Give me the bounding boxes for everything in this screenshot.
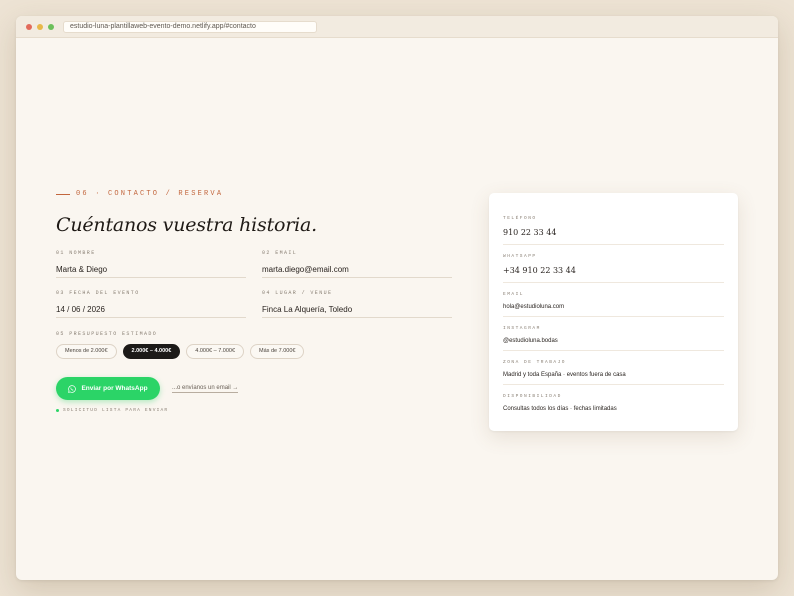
budget-option-over-7000[interactable]: Más de 7.000€ bbox=[250, 344, 305, 359]
whatsapp-icon bbox=[68, 384, 77, 393]
venue-label: 04 Lugar / venue bbox=[262, 290, 333, 296]
status-text: Solicitud lista para enviar bbox=[63, 408, 169, 413]
maximize-window-button[interactable] bbox=[48, 24, 54, 30]
info-phone: Teléfono 910 22 33 44 bbox=[503, 207, 724, 245]
browser-toolbar: estudio-luna-plantillaweb-evento-demo.ne… bbox=[16, 16, 778, 38]
venue-input[interactable]: Finca La Alquería, Toledo bbox=[262, 302, 452, 318]
info-availability: Disponibilidad Consultas todos los días … bbox=[503, 385, 724, 418]
info-availability-value: Consultas todos los días · fechas limita… bbox=[503, 406, 617, 412]
eyebrow-text: 06 · Contacto / Reserva bbox=[76, 190, 224, 198]
email-label: 02 Email bbox=[262, 250, 298, 256]
section-title: Cuéntanos vuestra historia. bbox=[56, 214, 317, 236]
budget-option-2000-4000[interactable]: 2.000€ – 4.000€ bbox=[122, 344, 181, 359]
info-email: Email hola@estudioluna.com bbox=[503, 283, 724, 317]
address-bar[interactable]: estudio-luna-plantillaweb-evento-demo.ne… bbox=[63, 21, 317, 33]
send-whatsapp-button[interactable]: Enviar por WhatsApp bbox=[56, 377, 160, 400]
info-zone-label: Zona de trabajo bbox=[503, 360, 567, 365]
info-instagram: Instagram @estudioluna.bodas bbox=[503, 317, 724, 351]
name-input[interactable]: Marta & Diego bbox=[56, 262, 246, 278]
info-email-label: Email bbox=[503, 292, 525, 297]
date-label: 03 Fecha del evento bbox=[56, 290, 140, 296]
venue-field: 04 Lugar / venue Finca La Alquería, Tole… bbox=[262, 290, 452, 318]
budget-label: 05 Presupuesto estimado bbox=[56, 331, 158, 337]
info-phone-value[interactable]: 910 22 33 44 bbox=[503, 226, 724, 244]
form-fields: 01 Nombre Marta & Diego 02 Email marta.d… bbox=[56, 250, 454, 318]
close-window-button[interactable] bbox=[26, 24, 32, 30]
date-field: 03 Fecha del evento 14 / 06 / 2026 bbox=[56, 290, 246, 318]
browser-window: estudio-luna-plantillaweb-evento-demo.ne… bbox=[16, 16, 778, 580]
form-actions: Enviar por WhatsApp ...o envíanos un ema… bbox=[56, 377, 454, 400]
budget-option-4000-7000[interactable]: 4.000€ – 7.000€ bbox=[186, 344, 245, 359]
eyebrow-line bbox=[56, 193, 70, 195]
info-whatsapp: WhatsApp +34 910 22 33 44 bbox=[503, 245, 724, 283]
info-instagram-label: Instagram bbox=[503, 326, 541, 331]
section-eyebrow: 06 · Contacto / Reserva bbox=[56, 188, 454, 200]
email-input[interactable]: marta.diego@email.com bbox=[262, 262, 452, 278]
date-input[interactable]: 14 / 06 / 2026 bbox=[56, 302, 246, 318]
info-availability-label: Disponibilidad bbox=[503, 394, 562, 399]
budget-option-under-2000[interactable]: Menos de 2.000€ bbox=[56, 344, 117, 359]
send-whatsapp-label: Enviar por WhatsApp bbox=[81, 385, 148, 392]
info-phone-label: Teléfono bbox=[503, 216, 537, 221]
email-field: 02 Email marta.diego@email.com bbox=[262, 250, 452, 278]
name-field: 01 Nombre Marta & Diego bbox=[56, 250, 246, 278]
minimize-window-button[interactable] bbox=[37, 24, 43, 30]
info-zone: Zona de trabajo Madrid y toda España · e… bbox=[503, 351, 724, 385]
info-email-value[interactable]: hola@estudioluna.com bbox=[503, 302, 724, 316]
contact-info-card: Teléfono 910 22 33 44 WhatsApp +34 910 2… bbox=[489, 193, 738, 431]
info-whatsapp-value[interactable]: +34 910 22 33 44 bbox=[503, 264, 724, 282]
info-zone-value: Madrid y toda España · eventos fuera de … bbox=[503, 372, 626, 378]
form-status: Solicitud lista para enviar bbox=[56, 408, 454, 413]
status-dot-icon bbox=[56, 409, 59, 412]
name-label: 01 Nombre bbox=[56, 250, 96, 256]
info-whatsapp-label: WhatsApp bbox=[503, 254, 537, 259]
budget-options: Menos de 2.000€ 2.000€ – 4.000€ 4.000€ –… bbox=[56, 344, 454, 359]
email-alt-link[interactable]: ...o envíanos un email → bbox=[172, 385, 239, 393]
contact-form-section: 06 · Contacto / Reserva Cuéntanos vuestr… bbox=[56, 188, 454, 413]
info-instagram-value[interactable]: @estudioluna.bodas bbox=[503, 336, 724, 350]
